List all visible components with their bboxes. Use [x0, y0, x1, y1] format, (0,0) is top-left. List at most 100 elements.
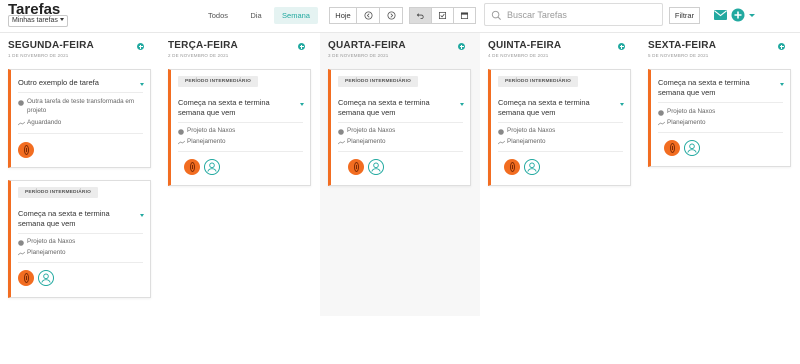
task-title: Outro exemplo de tarefa [18, 78, 99, 87]
project-icon [498, 128, 504, 135]
search-field[interactable] [484, 3, 663, 26]
assignees [338, 159, 384, 175]
task-card[interactable]: PERÍODO INTERMEDIÁRIO Começa na sexta e … [328, 69, 471, 186]
task-title: Começa na sexta e termina semana que vem [498, 98, 590, 117]
previous-button[interactable] [356, 7, 380, 24]
view-tab-semana[interactable]: Semana [274, 7, 318, 24]
task-filter-select[interactable]: Minhas tarefas [8, 15, 68, 27]
alert-avatar-icon[interactable] [18, 270, 34, 286]
today-button[interactable]: Hoje [329, 7, 357, 24]
day-column-friday: SEXTA-FEIRA 5 DE NOVEMBRO DE 2021 Começa… [648, 33, 795, 364]
day-title: TERÇA-FEIRA [168, 40, 238, 51]
card-divider [498, 122, 623, 123]
checkbox-icon [438, 11, 447, 20]
task-filter-select-value: Minhas tarefas [12, 17, 58, 24]
day-date: 1 DE NOVEMBRO DE 2021 [8, 53, 69, 58]
circle-arrow-left-icon [363, 11, 373, 20]
assignees [18, 270, 58, 286]
task-card[interactable]: PERÍODO INTERMEDIÁRIO Começa na sexta e … [488, 69, 631, 186]
phase-badge: PERÍODO INTERMEDIÁRIO [338, 76, 419, 87]
project-icon [18, 239, 24, 246]
alert-avatar-icon[interactable] [504, 159, 520, 175]
assignees [658, 140, 700, 156]
task-project: Projeto da Naxos [178, 127, 303, 136]
task-project: Projeto da Naxos [18, 238, 143, 247]
add-menu-chevron-icon[interactable] [749, 14, 755, 17]
add-task-icon[interactable] [137, 43, 144, 50]
card-divider [338, 122, 463, 123]
chevron-down-icon[interactable] [460, 103, 464, 106]
task-card[interactable]: Começa na sexta e termina semana que vem… [648, 69, 791, 167]
task-title: Começa na sexta e termina semana que vem [338, 98, 430, 117]
alert-avatar-icon[interactable] [664, 140, 680, 156]
user-avatar-icon[interactable] [524, 159, 540, 175]
phase-badge: PERÍODO INTERMEDIÁRIO [18, 187, 99, 198]
next-button[interactable] [379, 7, 403, 24]
calendar-icon [460, 12, 469, 20]
assignees [178, 159, 220, 175]
user-avatar-icon[interactable] [368, 159, 384, 175]
add-task-icon[interactable] [458, 43, 465, 50]
task-card[interactable]: PERÍODO INTERMEDIÁRIO Começa na sexta e … [168, 69, 311, 186]
day-column-tuesday: TERÇA-FEIRA 2 DE NOVEMBRO DE 2021 PERÍOD… [168, 33, 315, 364]
day-date: 3 DE NOVEMBRO DE 2021 [328, 53, 389, 58]
undo-icon [416, 13, 424, 20]
project-icon [658, 109, 664, 116]
view-tab-todos[interactable]: Todos [202, 7, 234, 24]
card-divider [178, 122, 303, 123]
task-status: Planejamento [498, 138, 623, 147]
view-tab-dia[interactable]: Dia [243, 7, 269, 24]
task-card[interactable]: PERÍODO INTERMEDIÁRIO Começa na sexta e … [8, 180, 151, 298]
task-title: Começa na sexta e termina semana que vem [18, 209, 110, 228]
assignees [498, 159, 540, 175]
card-divider [18, 92, 143, 93]
status-trend-icon [338, 140, 345, 144]
status-trend-icon [658, 121, 665, 125]
task-title: Começa na sexta e termina semana que vem [178, 98, 270, 117]
checklist-view-button[interactable] [431, 7, 454, 24]
alert-avatar-icon[interactable] [184, 159, 200, 175]
alert-avatar-icon[interactable] [18, 142, 34, 158]
status-trend-icon [498, 140, 505, 144]
task-project: Projeto da Naxos [658, 108, 783, 117]
day-date: 2 DE NOVEMBRO DE 2021 [168, 53, 229, 58]
phase-badge: PERÍODO INTERMEDIÁRIO [498, 76, 579, 87]
task-project: Projeto da Naxos [338, 127, 463, 136]
card-divider [658, 132, 783, 133]
card-divider [18, 133, 143, 134]
user-avatar-icon[interactable] [684, 140, 700, 156]
add-task-icon[interactable] [618, 43, 625, 50]
undo-view-button[interactable] [409, 7, 432, 24]
task-status: Aguardando [18, 119, 143, 128]
chevron-down-icon[interactable] [140, 214, 144, 217]
calendar-view-button[interactable] [453, 7, 476, 24]
chevron-down-icon[interactable] [780, 83, 784, 86]
add-circle-icon[interactable] [731, 8, 745, 22]
day-date: 4 DE NOVEMBRO DE 2021 [488, 53, 549, 58]
project-icon [338, 128, 344, 135]
task-status: Planejamento [658, 119, 783, 128]
day-title: QUARTA-FEIRA [328, 40, 406, 51]
add-task-icon[interactable] [298, 43, 305, 50]
circle-arrow-right-icon [386, 11, 396, 20]
user-avatar-icon[interactable] [38, 270, 54, 286]
card-divider [18, 262, 143, 263]
user-avatar-icon[interactable] [204, 159, 220, 175]
mail-icon[interactable] [714, 10, 727, 20]
chevron-down-icon[interactable] [140, 83, 144, 86]
card-divider [178, 151, 303, 152]
day-title: SEXTA-FEIRA [648, 40, 717, 51]
phase-badge: PERÍODO INTERMEDIÁRIO [178, 76, 259, 87]
task-status: Planejamento [338, 138, 463, 147]
chevron-down-icon[interactable] [300, 103, 304, 106]
search-input[interactable] [507, 8, 657, 22]
alert-avatar-icon[interactable] [348, 159, 364, 175]
day-column-thursday: QUINTA-FEIRA 4 DE NOVEMBRO DE 2021 PERÍO… [488, 33, 635, 364]
chevron-down-icon[interactable] [620, 103, 624, 106]
filter-button[interactable]: Filtrar [669, 7, 700, 24]
task-card[interactable]: Outro exemplo de tarefa Outra tarefa de … [8, 69, 151, 168]
card-divider [338, 151, 463, 152]
add-task-icon[interactable] [778, 43, 785, 50]
day-column-monday: SEGUNDA-FEIRA 1 DE NOVEMBRO DE 2021 Outr… [8, 33, 155, 364]
day-date: 5 DE NOVEMBRO DE 2021 [648, 53, 709, 58]
